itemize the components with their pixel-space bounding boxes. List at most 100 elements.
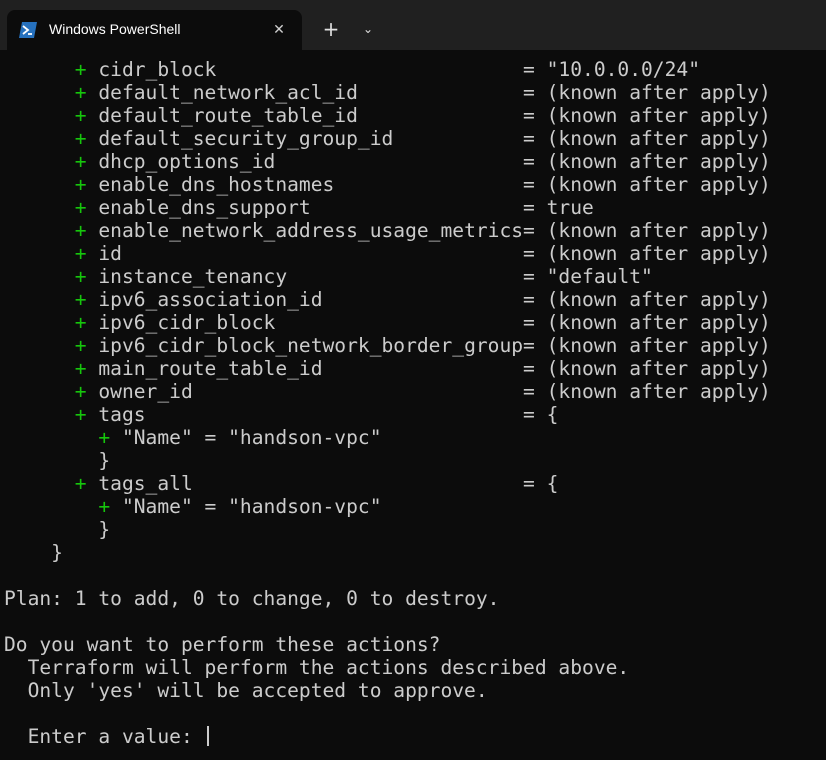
tags-all-line: + tags_all = { — [4, 472, 559, 495]
plan-summary: Plan: 1 to add, 0 to change, 0 to destro… — [4, 587, 499, 610]
attribute-value: = (known after apply) — [523, 380, 771, 403]
text-cursor — [206, 726, 209, 746]
attribute-line: + default_security_group_id = (known aft… — [4, 127, 771, 150]
powershell-icon — [18, 21, 38, 39]
attribute-name: tags — [86, 403, 524, 426]
attribute-name: ipv6_association_id — [86, 288, 524, 311]
plus-sign: + — [74, 334, 87, 357]
attribute-name: ipv6_cidr_block — [86, 311, 524, 334]
tab-dropdown-button[interactable]: ⌄ — [354, 14, 382, 44]
attribute-value: = { — [523, 472, 559, 495]
closing-brace: } — [4, 541, 63, 564]
terminal-output[interactable]: + cidr_block = "10.0.0.0/24" + default_n… — [0, 58, 826, 760]
tags-close: } — [4, 449, 110, 472]
attribute-line: + default_network_acl_id = (known after … — [4, 81, 771, 104]
attribute-name: cidr_block — [86, 58, 524, 81]
plus-sign: + — [74, 357, 87, 380]
title-bar: Windows PowerShell ✕ + ⌄ — [0, 0, 826, 50]
attribute-value: = "10.0.0.0/24" — [523, 58, 700, 81]
plus-sign: + — [74, 219, 87, 242]
attribute-line: + instance_tenancy = "default" — [4, 265, 653, 288]
close-icon[interactable]: ✕ — [269, 20, 289, 40]
plus-sign: + — [74, 81, 87, 104]
attribute-value: = (known after apply) — [523, 334, 771, 357]
attribute-line: + enable_network_address_usage_metrics= … — [4, 219, 771, 242]
attribute-name: ipv6_cidr_block_network_border_group — [86, 334, 524, 357]
attribute-line: + ipv6_association_id = (known after app… — [4, 288, 771, 311]
input-label: Enter a value: — [4, 725, 205, 748]
tags-line: + tags = { — [4, 403, 559, 426]
closing-brace: } — [4, 449, 111, 472]
plan-counts: 1 to add, 0 to change, 0 to destroy. — [62, 587, 500, 610]
plus-sign: + — [74, 242, 87, 265]
attribute-value: = (known after apply) — [523, 173, 771, 196]
tag-entry: "Name" = "handson-vpc" — [110, 495, 382, 518]
input-line[interactable]: Enter a value: — [4, 725, 209, 748]
plus-sign: + — [74, 403, 87, 426]
attribute-line: + dhcp_options_id = (known after apply) — [4, 150, 771, 173]
plus-sign: + — [98, 495, 111, 518]
tags-all-entry: + "Name" = "handson-vpc" — [4, 495, 382, 518]
plus-icon: + — [322, 17, 340, 41]
new-tab-button[interactable]: + — [316, 14, 346, 44]
attribute-name: default_route_table_id — [86, 104, 524, 127]
attribute-name: enable_network_address_usage_metrics — [86, 219, 524, 242]
attribute-line: + ipv6_cidr_block = (known after apply) — [4, 311, 771, 334]
plus-sign: + — [74, 380, 87, 403]
tab-title: Windows PowerShell — [49, 21, 181, 37]
tags-entry: + "Name" = "handson-vpc" — [4, 426, 382, 449]
attribute-line: + id = (known after apply) — [4, 242, 771, 265]
attribute-line: + ipv6_cidr_block_network_border_group= … — [4, 334, 771, 357]
prompt-question-text: Do you want to perform these actions? — [4, 633, 441, 656]
attribute-value: = (known after apply) — [523, 150, 771, 173]
tab-windows-powershell[interactable]: Windows PowerShell ✕ — [7, 10, 302, 50]
attribute-name: id — [86, 242, 524, 265]
plus-sign: + — [74, 150, 87, 173]
attribute-line: + main_route_table_id = (known after app… — [4, 357, 771, 380]
plus-sign: + — [74, 173, 87, 196]
attribute-line: + cidr_block = "10.0.0.0/24" — [4, 58, 700, 81]
attribute-value: = (known after apply) — [523, 81, 771, 104]
attribute-name: default_network_acl_id — [86, 81, 524, 104]
plus-sign: + — [74, 265, 87, 288]
attribute-name: instance_tenancy — [86, 265, 524, 288]
attribute-name: enable_dns_support — [86, 196, 524, 219]
attribute-value: = true — [523, 196, 594, 219]
attribute-line: + owner_id = (known after apply) — [4, 380, 771, 403]
attribute-value: = (known after apply) — [523, 288, 771, 311]
prompt-description: Only 'yes' will be accepted to approve. — [4, 679, 488, 702]
attribute-value: = (known after apply) — [523, 242, 771, 265]
attribute-name: default_security_group_id — [86, 127, 524, 150]
attribute-name: dhcp_options_id — [86, 150, 524, 173]
plus-sign: + — [74, 127, 87, 150]
attribute-line: + enable_dns_support = true — [4, 196, 594, 219]
tags-all-close: } — [4, 518, 110, 541]
attribute-value: = (known after apply) — [523, 357, 771, 380]
tag-entry: "Name" = "handson-vpc" — [110, 426, 382, 449]
plus-sign: + — [74, 288, 87, 311]
attribute-name: enable_dns_hostnames — [86, 173, 524, 196]
prompt-description: Terraform will perform the actions descr… — [4, 656, 630, 679]
attribute-name: tags_all — [86, 472, 524, 495]
attribute-value: = (known after apply) — [523, 127, 771, 150]
attribute-value: = (known after apply) — [523, 219, 771, 242]
attribute-value: = { — [523, 403, 559, 426]
attribute-line: + enable_dns_hostnames = (known after ap… — [4, 173, 771, 196]
attribute-line: + default_route_table_id = (known after … — [4, 104, 771, 127]
